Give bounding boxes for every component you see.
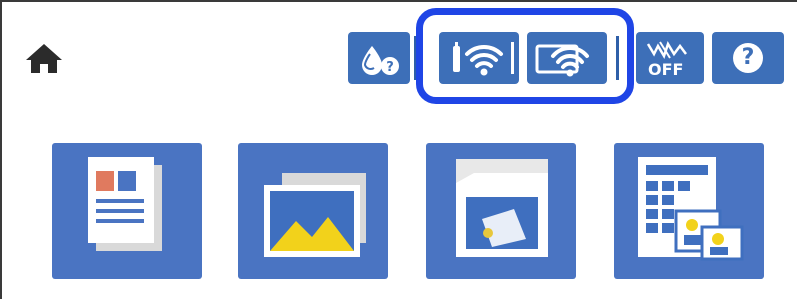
network-highlight-callout: [416, 8, 634, 104]
help-label: ?: [741, 45, 755, 70]
copy-icon: [88, 157, 162, 251]
photo-icon: [264, 173, 366, 257]
printer-control-panel-screen: ? OFF ?: [0, 0, 797, 299]
various-prints-tile[interactable]: [614, 143, 764, 279]
svg-text:?: ?: [386, 60, 394, 75]
copy-tile[interactable]: [52, 143, 202, 279]
home-icon: [26, 44, 62, 73]
quiet-mode-label: OFF: [648, 60, 684, 79]
photo-layout-icon: [638, 157, 744, 261]
ink-status-button[interactable]: ?: [348, 32, 410, 84]
scan-icon: [456, 159, 548, 257]
scan-tile[interactable]: [426, 143, 576, 279]
print-photos-tile[interactable]: [238, 143, 388, 279]
home-button[interactable]: [24, 40, 64, 76]
help-button[interactable]: ?: [712, 32, 784, 84]
quiet-mode-button[interactable]: OFF: [636, 32, 704, 84]
ink-drop-help-icon: ?: [362, 46, 399, 75]
